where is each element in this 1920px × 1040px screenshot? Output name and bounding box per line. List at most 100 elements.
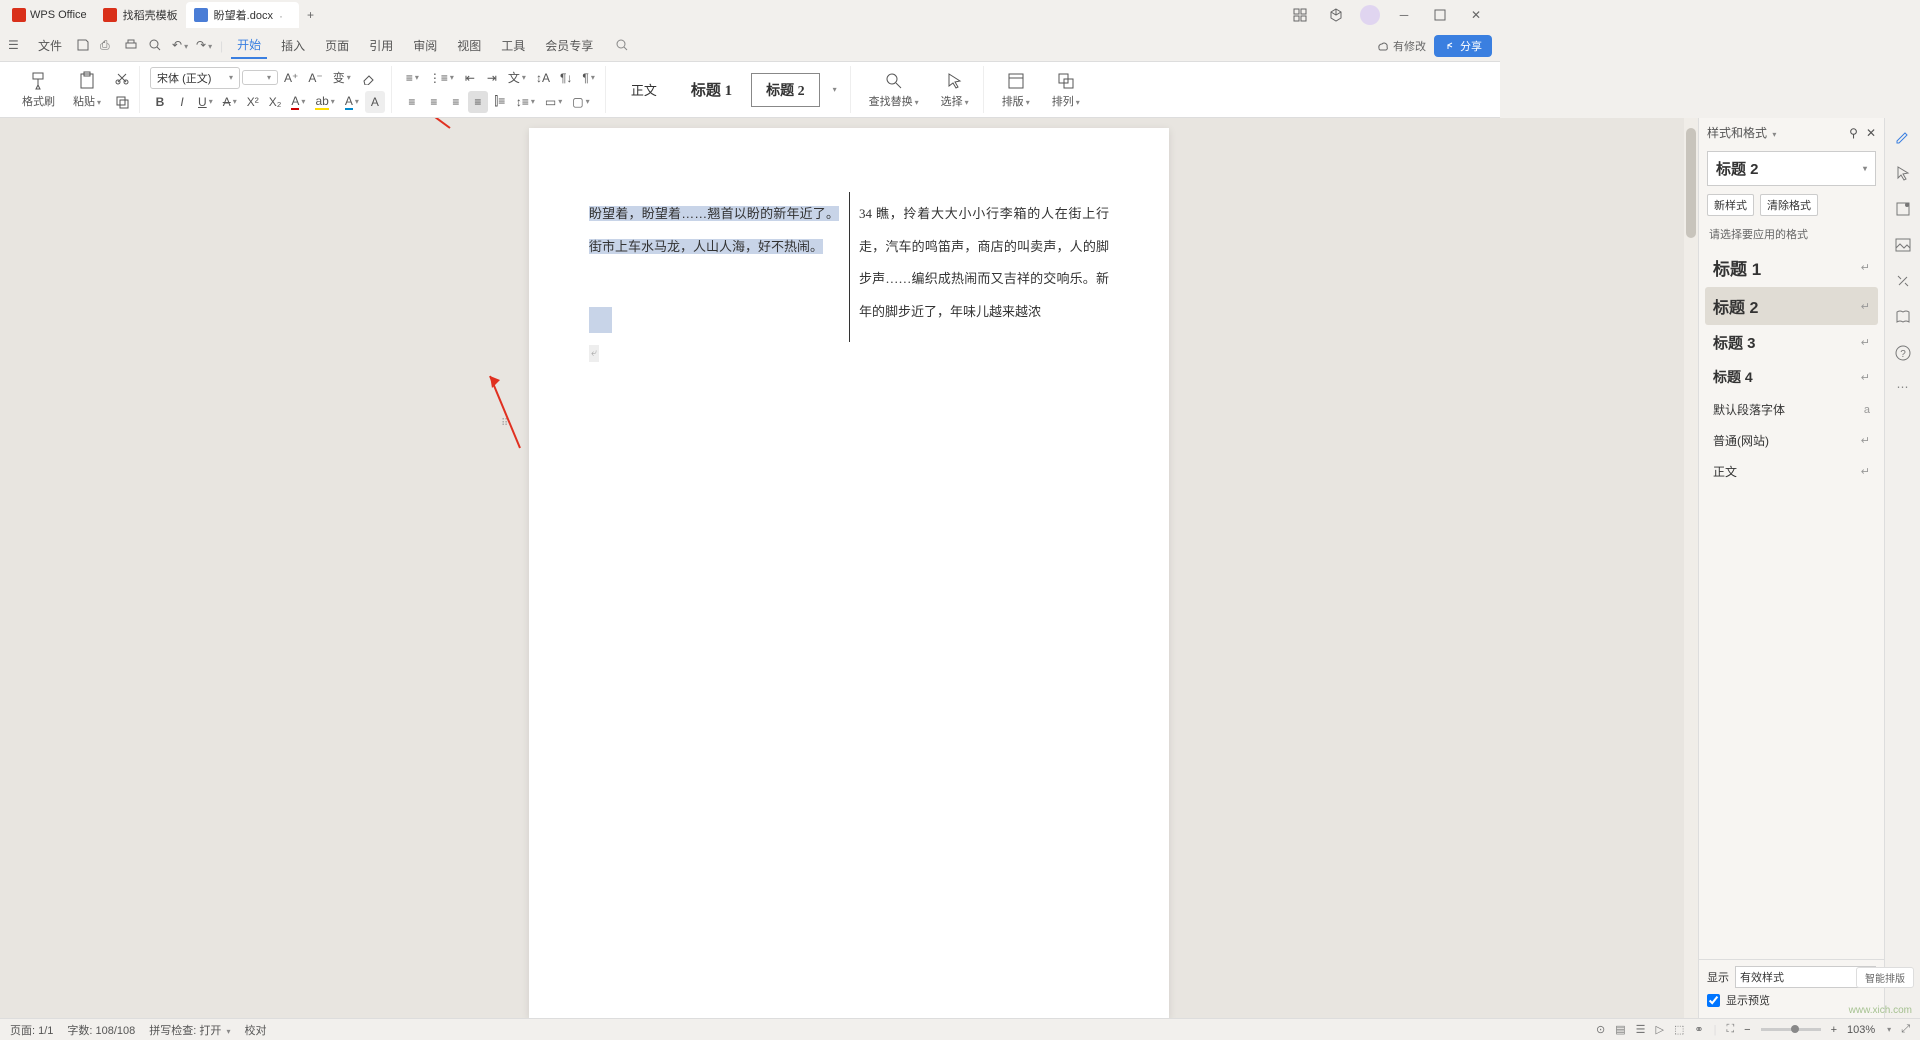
fullscreen-icon[interactable]: ⤢ <box>1901 1023 1910 1036</box>
menu-start[interactable]: 开始 <box>231 32 267 59</box>
align-right-button[interactable]: ≡ <box>446 91 466 113</box>
menu-view[interactable]: 视图 <box>451 33 487 58</box>
style-row-heading2[interactable]: 标题 2↵ <box>1705 287 1878 325</box>
clear-format-button[interactable]: 清除格式 <box>1760 194 1818 216</box>
status-proof[interactable]: 校对 <box>244 1022 266 1038</box>
tab-document[interactable]: 盼望着.docx · <box>186 2 299 28</box>
clear-format-button[interactable] <box>357 67 379 89</box>
style-row-default-font[interactable]: 默认段落字体a <box>1705 394 1878 425</box>
style-row-normal-web[interactable]: 普通(网站)↵ <box>1705 425 1878 456</box>
change-case-button[interactable]: 变▾ <box>329 67 355 89</box>
zoom-out-button[interactable]: − <box>1744 1024 1750 1036</box>
decrease-indent-button[interactable]: ⇤ <box>460 67 480 89</box>
preview-checkbox[interactable] <box>1707 994 1720 1007</box>
pencil-icon[interactable] <box>1894 128 1912 146</box>
pin-icon[interactable]: ⚲ <box>1849 126 1858 140</box>
new-style-button[interactable]: 新样式 <box>1707 194 1754 216</box>
close-icon[interactable]: · <box>279 9 291 21</box>
char-border-button[interactable]: A <box>365 91 385 113</box>
borders-button[interactable]: ▢▾ <box>568 91 593 113</box>
style-row-heading3[interactable]: 标题 3↵ <box>1705 325 1878 360</box>
style-row-heading4[interactable]: 标题 4↵ <box>1705 360 1878 394</box>
tab-templates[interactable]: 找稻壳模板 <box>95 2 186 28</box>
style-heading1[interactable]: 标题 1 <box>676 72 747 107</box>
menu-insert[interactable]: 插入 <box>275 33 311 58</box>
link-icon[interactable]: ⚭ <box>1694 1023 1703 1036</box>
hamburger-icon[interactable]: ☰ <box>8 38 24 54</box>
strikethrough-button[interactable]: A▾ <box>219 91 241 113</box>
scrollbar-thumb[interactable] <box>1686 128 1696 238</box>
zoom-in-button[interactable]: + <box>1831 1024 1837 1036</box>
save-icon[interactable] <box>76 38 92 54</box>
cut-button[interactable] <box>111 67 133 89</box>
menu-page[interactable]: 页面 <box>319 33 355 58</box>
drag-handle-icon[interactable]: ⠿ <box>501 418 508 429</box>
cloud-status[interactable]: 有修改 <box>1375 38 1426 54</box>
close-button[interactable]: ✕ <box>1464 3 1488 27</box>
tools-icon[interactable] <box>1894 272 1912 290</box>
line-spacing-button[interactable]: ↕≡▾ <box>512 91 539 113</box>
new-tab-button[interactable]: + <box>299 8 322 22</box>
bold-button[interactable]: B <box>150 91 170 113</box>
increase-indent-button[interactable]: ⇥ <box>482 67 502 89</box>
style-normal[interactable]: 正文 <box>616 73 672 106</box>
paragraph-text[interactable]: 盼望着，盼望着……翘首以盼的新年近了。街市上车水马龙，人山人海，好不热闹。 <box>589 198 839 263</box>
vertical-scrollbar[interactable] <box>1684 118 1698 1018</box>
current-style-display[interactable]: 标题 2 ▾ <box>1707 151 1876 186</box>
para-shading-button[interactable]: ▭▾ <box>541 91 566 113</box>
menu-file[interactable]: 文件 <box>32 33 68 58</box>
print-quick-icon[interactable]: ⎙ <box>100 38 116 54</box>
select-button[interactable]: 选择▾ <box>933 67 977 113</box>
menu-reference[interactable]: 引用 <box>363 33 399 58</box>
zoom-menu[interactable]: ▾ <box>1887 1025 1891 1034</box>
style-row-body[interactable]: 正文↵ <box>1705 456 1878 487</box>
menu-review[interactable]: 审阅 <box>407 33 443 58</box>
status-page[interactable]: 页面: 1/1 <box>10 1022 53 1038</box>
search-icon[interactable] <box>615 38 631 54</box>
status-spellcheck[interactable]: 拼写检查: 打开 ▾ <box>149 1022 230 1038</box>
align-justify-button[interactable]: ≡ <box>468 91 488 113</box>
style-row-heading1[interactable]: 标题 1↵ <box>1705 248 1878 287</box>
help-icon[interactable]: ? <box>1894 344 1912 362</box>
superscript-button[interactable]: X² <box>243 91 263 113</box>
subscript-button[interactable]: X₂ <box>265 91 286 113</box>
more-icon[interactable]: ⋯ <box>1897 380 1909 394</box>
template-icon[interactable] <box>1894 200 1912 218</box>
preview-icon[interactable] <box>148 38 164 54</box>
fit-icon[interactable]: ⛶ <box>1726 1023 1734 1036</box>
bullet-list-button[interactable]: ⋮≡▾ <box>425 67 458 89</box>
font-size-select[interactable]: ▾ <box>242 70 278 85</box>
maximize-button[interactable] <box>1428 3 1452 27</box>
format-painter-button[interactable]: 格式刷 <box>14 67 63 113</box>
undo-icon[interactable]: ↶▾ <box>172 38 188 54</box>
paste-button[interactable]: 粘贴▾ <box>69 71 105 109</box>
status-word-count[interactable]: 字数: 108/108 <box>67 1022 135 1038</box>
numbered-list-button[interactable]: ≡▾ <box>402 67 423 89</box>
text-direction-button[interactable]: 文▾ <box>504 67 530 89</box>
find-replace-button[interactable]: 查找替换▾ <box>861 67 927 113</box>
share-button[interactable]: 分享 <box>1434 35 1492 57</box>
increase-font-button[interactable]: A⁺ <box>280 67 302 89</box>
user-avatar[interactable] <box>1360 5 1380 25</box>
cursor-icon[interactable] <box>1894 164 1912 182</box>
copy-button[interactable] <box>111 91 133 113</box>
print-icon[interactable] <box>124 38 140 54</box>
close-icon[interactable]: ✕ <box>1866 126 1876 140</box>
underline-button[interactable]: U▾ <box>194 91 217 113</box>
menu-membership[interactable]: 会员专享 <box>539 33 599 58</box>
reading-view-icon[interactable]: ▷ <box>1656 1023 1664 1036</box>
sort-button[interactable]: ↕A <box>532 67 554 89</box>
grid-icon[interactable] <box>1288 3 1312 27</box>
empty-para[interactable] <box>589 313 839 327</box>
redo-icon[interactable]: ↷▾ <box>196 38 212 54</box>
book-icon[interactable] <box>1894 308 1912 326</box>
align-left-button[interactable]: ≡ <box>402 91 422 113</box>
zoom-level[interactable]: 103% <box>1847 1024 1875 1036</box>
page-view-icon[interactable]: ▤ <box>1615 1023 1625 1036</box>
cube-icon[interactable] <box>1324 3 1348 27</box>
shading-button[interactable]: A▾ <box>341 91 363 113</box>
minimize-button[interactable]: ─ <box>1392 3 1416 27</box>
distribute-button[interactable]: ⫿≡ <box>490 91 510 113</box>
font-name-select[interactable]: 宋体 (正文)▾ <box>150 67 240 89</box>
style-heading2[interactable]: 标题 2 <box>751 73 820 107</box>
